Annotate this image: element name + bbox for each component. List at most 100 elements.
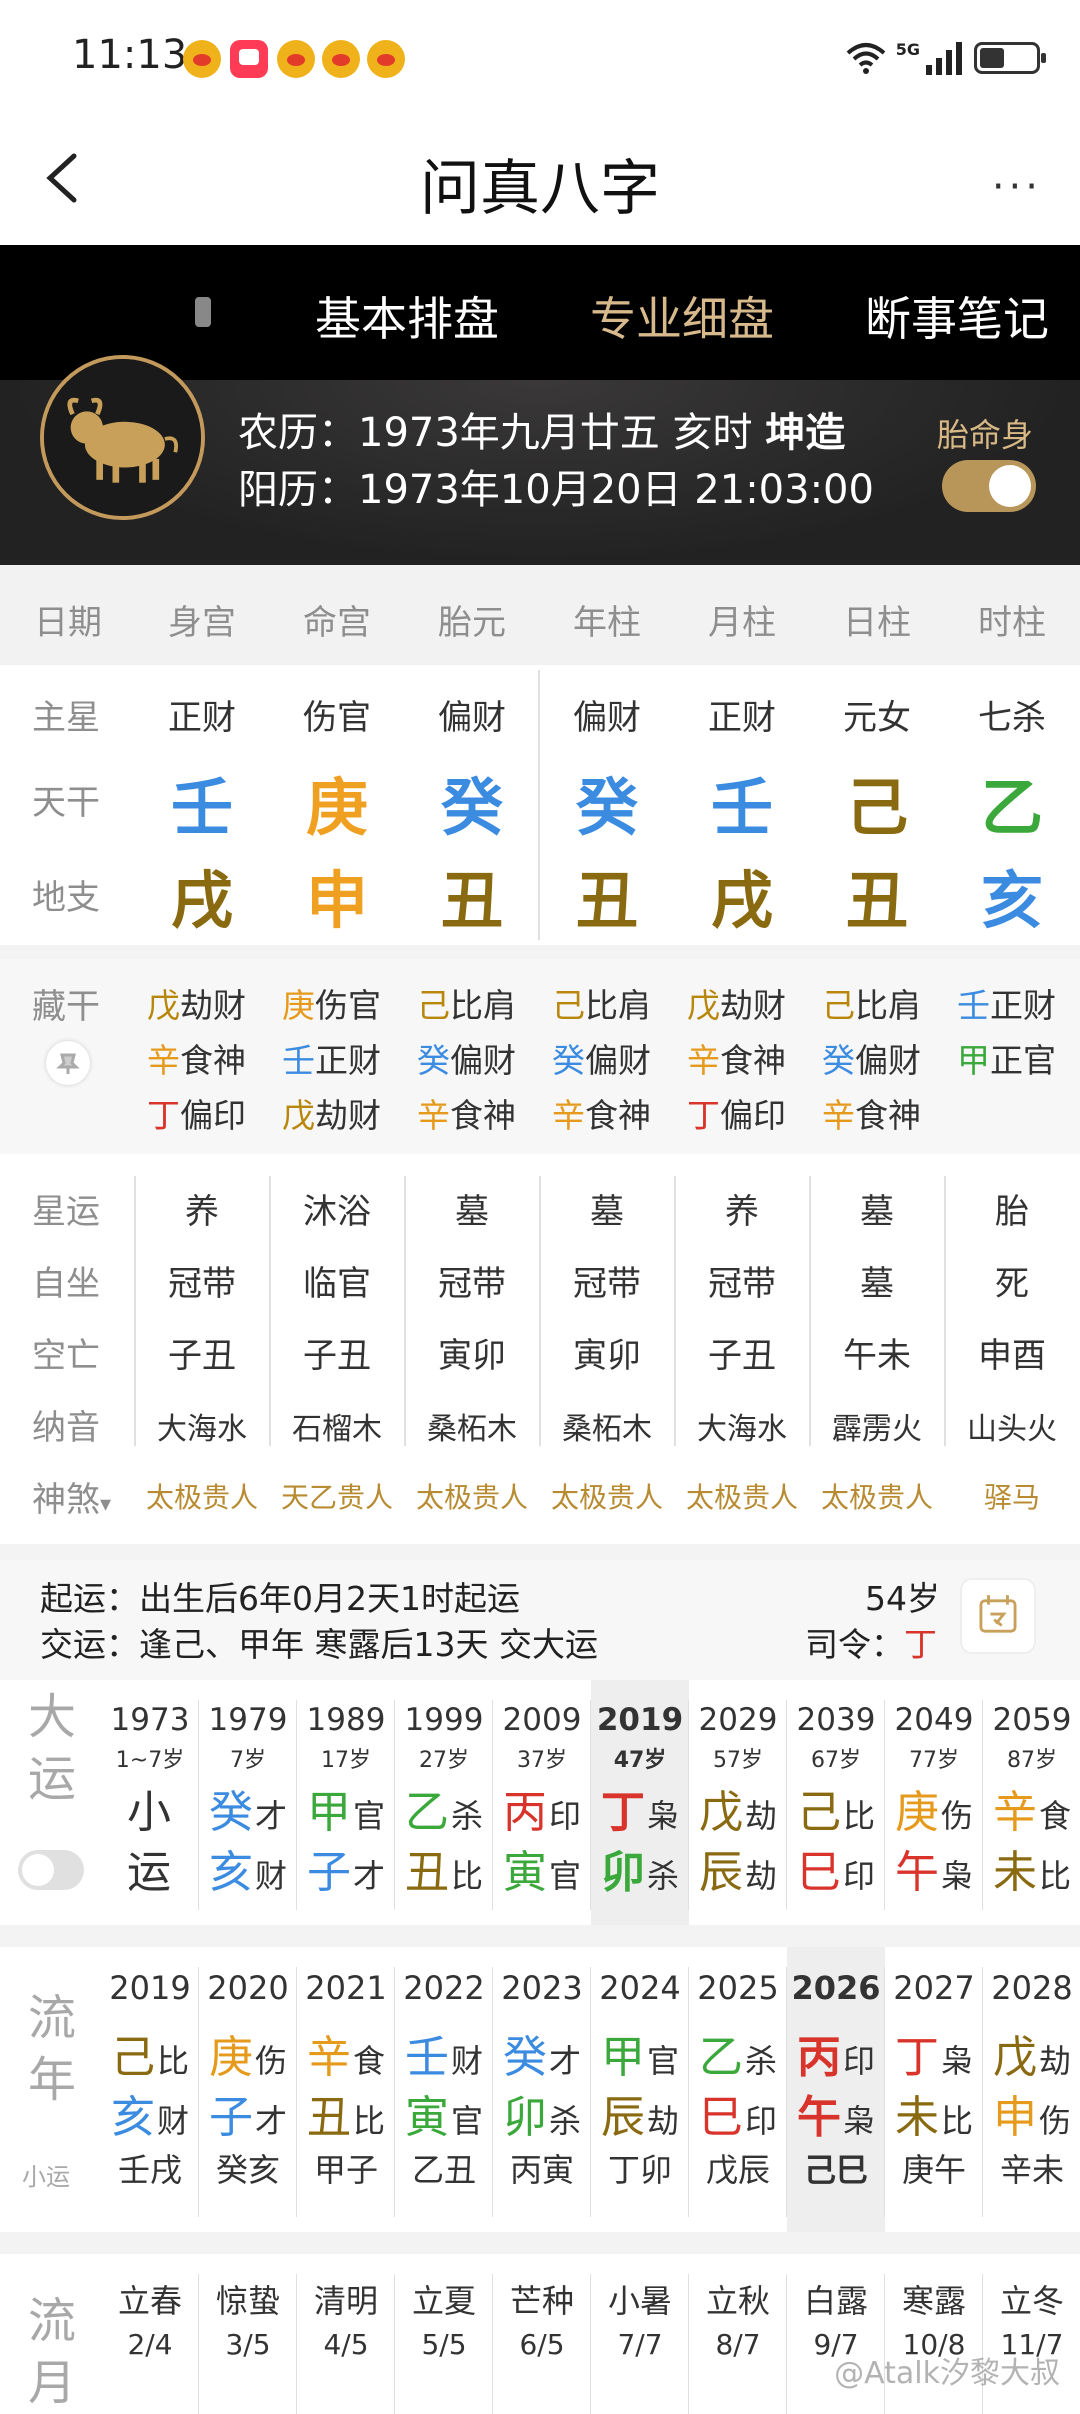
xingyun-cell: 胎 (947, 1184, 1077, 1233)
canggan-item: 癸偏财 (417, 1034, 516, 1082)
liuyue-column[interactable]: 立春2/4 (101, 2276, 199, 2368)
main-star-cell: 正财 (677, 690, 807, 739)
section-gap (0, 1544, 1080, 1560)
liunian-column[interactable]: 2020庚伤子才癸亥 (199, 1969, 297, 2195)
dayun-column[interactable]: 198917岁甲官子才 (297, 1702, 395, 1896)
kongwang-cell: 寅卯 (407, 1328, 537, 1377)
liunian-column[interactable]: 2028戊劫申伤辛未 (983, 1969, 1080, 2195)
zizuo-cell: 墓 (812, 1256, 942, 1305)
liunian-gan: 丁枭 (885, 2021, 983, 2081)
column-header-row: 日期 身宫 命宫 胎元 年柱 月柱 日柱 时柱 (0, 565, 1080, 665)
dayun-zhi: 寅官 (493, 1836, 591, 1896)
liunian-zhi: 寅官 (395, 2081, 493, 2141)
xiaoyun-label[interactable]: 小运 (22, 2157, 70, 2192)
liuyue-column[interactable]: 立夏5/5 (395, 2276, 493, 2368)
liuyue-column[interactable]: 芒种6/5 (493, 2276, 591, 2368)
liuyue-column[interactable]: 惊蛰3/5 (199, 2276, 297, 2368)
tiangan-char: 癸 (407, 757, 537, 847)
dayun-column[interactable]: 199927岁乙杀丑比 (395, 1702, 493, 1896)
liuyue-side-label: 流月 (28, 2290, 76, 2414)
main-star-cell: 偏财 (542, 690, 672, 739)
app-notification-icon (230, 40, 268, 78)
taiming-toggle[interactable] (942, 460, 1036, 512)
liunian-column[interactable]: 2022壬财寅官乙丑 (395, 1969, 493, 2195)
liunian-gan: 丙印 (787, 2021, 885, 2081)
zodiac-ox-avatar (40, 355, 205, 520)
canggan-item: 庚伤官 (282, 979, 381, 1027)
tab-pro-chart[interactable]: 专业细盘 (590, 283, 774, 349)
shensha-item[interactable]: 天乙贵人 (267, 1476, 407, 1516)
xiaoyun-ganzhi: 壬戌 (101, 2145, 199, 2195)
liunian-column[interactable]: 2023癸才卯杀丙寅 (493, 1969, 591, 2195)
calendar-icon[interactable] (960, 1578, 1036, 1654)
liunian-column[interactable]: 2025乙杀巳印戊辰 (689, 1969, 787, 2195)
dayun-column[interactable]: 19797岁癸才亥财 (199, 1702, 297, 1896)
app-bar: 问真八字 ··· (0, 120, 1080, 245)
liunian-column[interactable]: 2021辛食丑比甲子 (297, 1969, 395, 2195)
profile-header: 农历：1973年九月廿五 亥时 坤造 阳历：1973年10月20日 21:03:… (0, 380, 1080, 565)
dayun-zhi: 运 (101, 1836, 199, 1896)
shensha-item[interactable]: 太极贵人 (132, 1476, 272, 1516)
zizuo-label: 自坐 (32, 1256, 100, 1305)
liunian-column[interactable]: 2026丙印午枭己巳 (787, 1969, 885, 2195)
shensha-item[interactable]: 太极贵人 (537, 1476, 677, 1516)
dayun-column[interactable]: 200937岁丙印寅官 (493, 1702, 591, 1896)
pin-icon[interactable] (46, 1041, 90, 1085)
more-menu-icon[interactable]: ··· (992, 164, 1042, 210)
dayun-age: 1~7岁 (101, 1742, 199, 1776)
liuyue-column[interactable]: 小暑7/7 (591, 2276, 689, 2368)
dayun-column[interactable]: 204977岁庚伤午枭 (885, 1702, 983, 1896)
jieqi-name: 立秋 (689, 2276, 787, 2328)
shensha-item[interactable]: 驿马 (942, 1476, 1080, 1516)
dayun-zhi: 丑比 (395, 1836, 493, 1896)
xiaoyun-ganzhi: 丙寅 (493, 2145, 591, 2195)
liunian-year: 2023 (493, 1969, 591, 2021)
kongwang-cell: 寅卯 (542, 1328, 672, 1377)
liunian-column[interactable]: 2027丁枭未比庚午 (885, 1969, 983, 2195)
col-shizhu: 时柱 (962, 595, 1062, 644)
shensha-item[interactable]: 太极贵人 (402, 1476, 542, 1516)
liunian-year: 2026 (787, 1969, 885, 2021)
dayun-zhi: 亥财 (199, 1836, 297, 1896)
liunian-gan: 壬财 (395, 2021, 493, 2081)
dayun-gan: 丙印 (493, 1776, 591, 1836)
liunian-column[interactable]: 2019己比亥财壬戌 (101, 1969, 199, 2195)
dayun-column[interactable]: 202957岁戊劫辰劫 (689, 1702, 787, 1896)
liunian-gan: 庚伤 (199, 2021, 297, 2081)
tab-notes[interactable]: 断事笔记 (865, 283, 1049, 349)
dayun-column[interactable]: 19731~7岁小运 (101, 1702, 199, 1896)
shensha-label[interactable]: 神煞▾ (32, 1472, 111, 1521)
liuyue-column[interactable]: 立秋8/7 (689, 2276, 787, 2368)
dayun-age: 57岁 (689, 1742, 787, 1776)
liunian-column[interactable]: 2024甲官辰劫丁卯 (591, 1969, 689, 2195)
dayun-year: 2019 (591, 1702, 689, 1742)
dayun-column[interactable]: 203967岁己比巳印 (787, 1702, 885, 1896)
main-star-cell: 元女 (812, 690, 942, 739)
jieqi-date: 3/5 (199, 2328, 297, 2368)
dayun-section: 大运 19731~7岁小运19797岁癸才亥财198917岁甲官子才199927… (0, 1680, 1080, 1925)
liunian-side-label: 流年 (28, 1987, 76, 2111)
shensha-item[interactable]: 太极贵人 (672, 1476, 812, 1516)
dayun-side-label: 大运 (28, 1686, 76, 1810)
canggan-item: 甲正官 (957, 1034, 1056, 1082)
tab-basic-chart[interactable]: 基本排盘 (315, 283, 499, 349)
watermark: @Atalk汐黎大叔 (834, 2348, 1060, 2392)
weibo-notification-icon (322, 40, 360, 78)
dayun-year: 1999 (395, 1702, 493, 1742)
liunian-zhi: 未比 (885, 2081, 983, 2141)
weibo-notification-icon (183, 40, 221, 78)
section-gap (0, 945, 1080, 959)
canggan-item: 己比肩 (822, 979, 921, 1027)
dayun-toggle[interactable] (18, 1850, 84, 1890)
dayun-year: 2009 (493, 1702, 591, 1742)
status-bar: 11:13 5G (0, 0, 1080, 120)
liunian-gan: 戊劫 (983, 2021, 1080, 2081)
dayun-column[interactable]: 201947岁丁枭卯杀 (591, 1702, 689, 1896)
dayun-column[interactable]: 205987岁辛食未比 (983, 1702, 1080, 1896)
liuyue-column[interactable]: 清明4/5 (297, 2276, 395, 2368)
column-divider (944, 1176, 946, 1446)
shensha-item[interactable]: 太极贵人 (807, 1476, 947, 1516)
column-divider (674, 1176, 676, 1446)
jieqi-date: 4/5 (297, 2328, 395, 2368)
jieqi-date: 6/5 (493, 2328, 591, 2368)
